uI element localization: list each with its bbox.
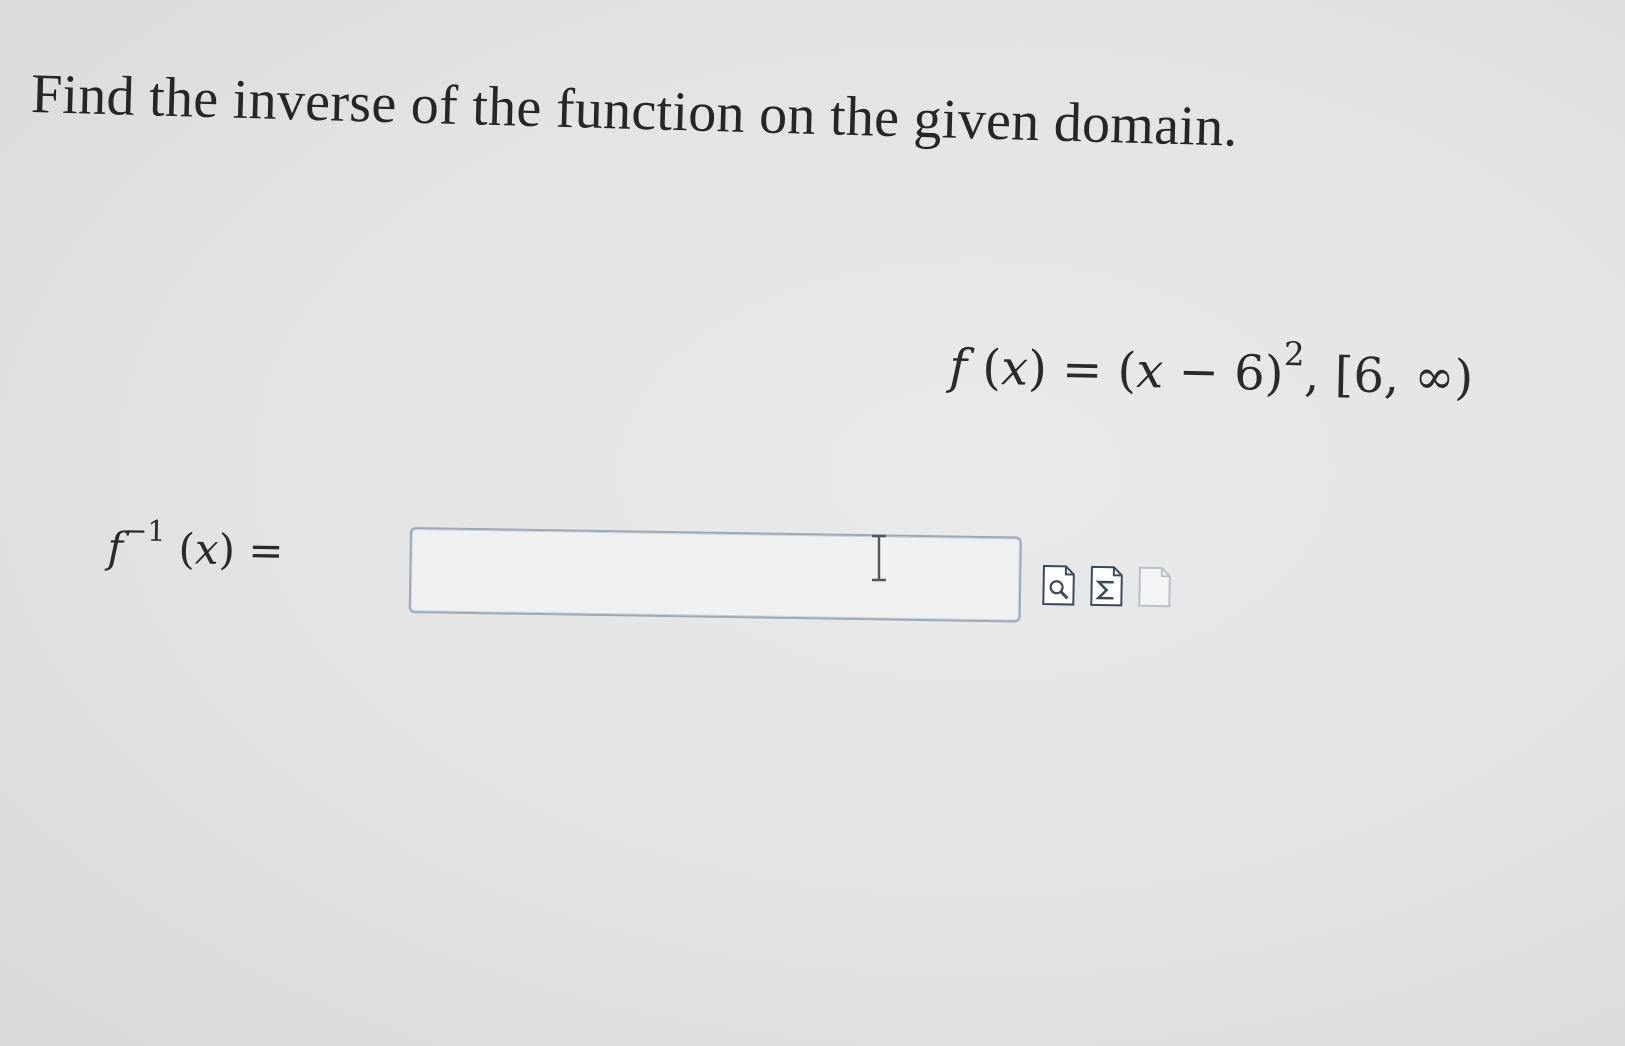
answer-toolbar	[1041, 564, 1172, 608]
function-variable: x	[1000, 340, 1029, 397]
answer-label: f−1 (x) =	[107, 513, 284, 576]
inverse-function-name: f	[107, 522, 124, 573]
answer-input[interactable]	[408, 527, 1022, 623]
open-paren: (	[1117, 342, 1137, 399]
close-paren: )	[1264, 345, 1285, 402]
expression-variable: x	[1135, 342, 1164, 400]
inverse-exponent: −1	[123, 513, 166, 548]
preview-icon[interactable]	[1041, 564, 1076, 607]
function-name: f	[948, 338, 968, 396]
answer-equals-sign: =	[247, 525, 284, 576]
exponent: 2	[1283, 334, 1305, 374]
question-prompt: Find the inverse of the function on the …	[30, 62, 1239, 159]
expression-constant: 6	[1233, 344, 1266, 402]
equation-editor-icon[interactable]	[1089, 565, 1124, 608]
equals-sign: =	[1061, 341, 1103, 399]
minus-sign: −	[1178, 343, 1220, 401]
domain-interval: [6, ∞)	[1334, 347, 1474, 406]
text-cursor-icon	[872, 534, 886, 582]
separator-comma: ,	[1303, 346, 1321, 403]
blank-page-icon[interactable]	[1137, 566, 1172, 609]
inverse-variable: x	[194, 524, 220, 574]
given-function: f (x) = (x − 6)2, [6, ∞)	[948, 334, 1474, 406]
